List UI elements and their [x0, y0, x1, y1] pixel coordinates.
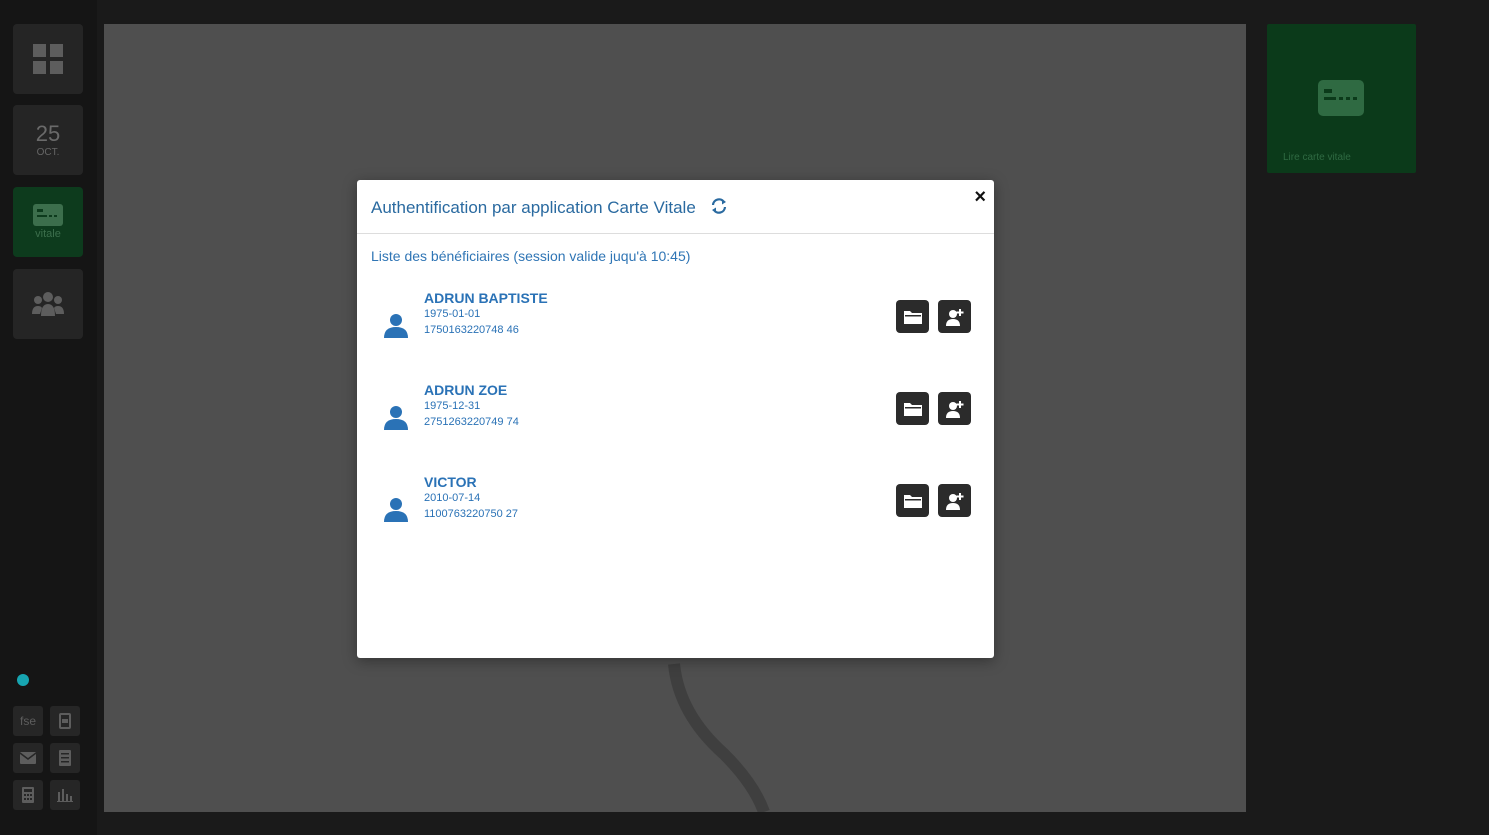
beneficiary-nir: 1100763220750 27: [424, 508, 519, 520]
user-icon: [384, 406, 408, 430]
add-user-icon: [945, 400, 963, 418]
beneficiary-info: VICTOR 2010-07-14 1100763220750 27: [424, 474, 518, 522]
add-user-button[interactable]: [938, 392, 971, 425]
beneficiary-birthdate: 1975-01-01: [424, 308, 481, 320]
open-folder-button[interactable]: [896, 484, 929, 517]
vitale-label: vitale: [35, 228, 61, 240]
list-item[interactable]: VICTOR 2010-07-14 1100763220750 27: [357, 474, 994, 566]
read-vitale-card-label: Lire carte vitale: [1283, 152, 1351, 163]
date-month: OCT.: [36, 146, 60, 158]
list-item[interactable]: ADRUN BAPTISTE 1975-01-01 1750163220748 …: [357, 290, 994, 382]
group-icon: [32, 292, 64, 316]
dashboard-tile[interactable]: [13, 24, 83, 94]
beneficiary-nir: 2751263220749 74: [424, 416, 519, 428]
add-user-button[interactable]: [938, 484, 971, 517]
folder-icon: [903, 402, 922, 416]
add-user-icon: [945, 308, 963, 326]
list-item[interactable]: ADRUN ZOE 1975-12-31 2751263220749 74: [357, 382, 994, 474]
vitale-card-icon: [33, 204, 63, 226]
calculator-button[interactable]: [13, 780, 43, 810]
beneficiary-name: ADRUN ZOE: [424, 382, 508, 398]
calendar-tile[interactable]: 25 OCT.: [13, 105, 83, 175]
close-icon[interactable]: ×: [974, 186, 986, 209]
sidebar: 25 OCT. vitale fse: [0, 0, 97, 835]
beneficiary-actions: [896, 484, 971, 517]
beneficiary-name: VICTOR: [424, 474, 477, 490]
beneficiary-info: ADRUN BAPTISTE 1975-01-01 1750163220748 …: [424, 290, 548, 338]
document-button[interactable]: [50, 743, 80, 773]
beneficiary-birthdate: 1975-12-31: [424, 400, 481, 412]
printer-icon: [59, 713, 71, 729]
user-icon: [384, 498, 408, 522]
modal-header: Authentification par application Carte V…: [357, 180, 994, 234]
status-dot: [17, 674, 29, 686]
user-icon: [384, 314, 408, 338]
add-user-button[interactable]: [938, 300, 971, 333]
mail-button[interactable]: [13, 743, 43, 773]
beneficiary-nir: 1750163220748 46: [424, 324, 519, 336]
add-user-icon: [945, 492, 963, 510]
open-folder-button[interactable]: [896, 392, 929, 425]
vitale-card-icon: [1318, 80, 1364, 116]
calculator-icon: [22, 787, 34, 803]
beneficiary-name: ADRUN BAPTISTE: [424, 290, 548, 306]
beneficiaries-list: ADRUN BAPTISTE 1975-01-01 1750163220748 …: [357, 290, 994, 566]
patients-tile[interactable]: [13, 269, 83, 339]
auth-modal: Authentification par application Carte V…: [357, 180, 994, 658]
fse-label: fse: [19, 714, 36, 728]
folder-icon: [903, 310, 922, 324]
date-day: 25: [35, 120, 61, 146]
document-icon: [59, 750, 71, 766]
beneficiaries-subtitle: Liste des bénéficiaires (session valide …: [371, 248, 691, 264]
mail-icon: [20, 752, 36, 764]
stats-button[interactable]: [50, 780, 80, 810]
folder-icon: [903, 494, 922, 508]
vitale-tile[interactable]: vitale: [13, 187, 83, 257]
open-folder-button[interactable]: [896, 300, 929, 333]
bar-chart-icon: [57, 789, 73, 802]
refresh-icon[interactable]: [710, 198, 728, 214]
beneficiary-actions: [896, 392, 971, 425]
dashboard-icon: [33, 44, 63, 74]
beneficiary-info: ADRUN ZOE 1975-12-31 2751263220749 74: [424, 382, 519, 430]
beneficiary-actions: [896, 300, 971, 333]
read-vitale-card-tile[interactable]: Lire carte vitale: [1267, 24, 1416, 173]
beneficiary-birthdate: 2010-07-14: [424, 492, 481, 504]
fse-button[interactable]: fse: [13, 706, 43, 736]
print-button[interactable]: [50, 706, 80, 736]
modal-title: Authentification par application Carte V…: [371, 198, 696, 217]
